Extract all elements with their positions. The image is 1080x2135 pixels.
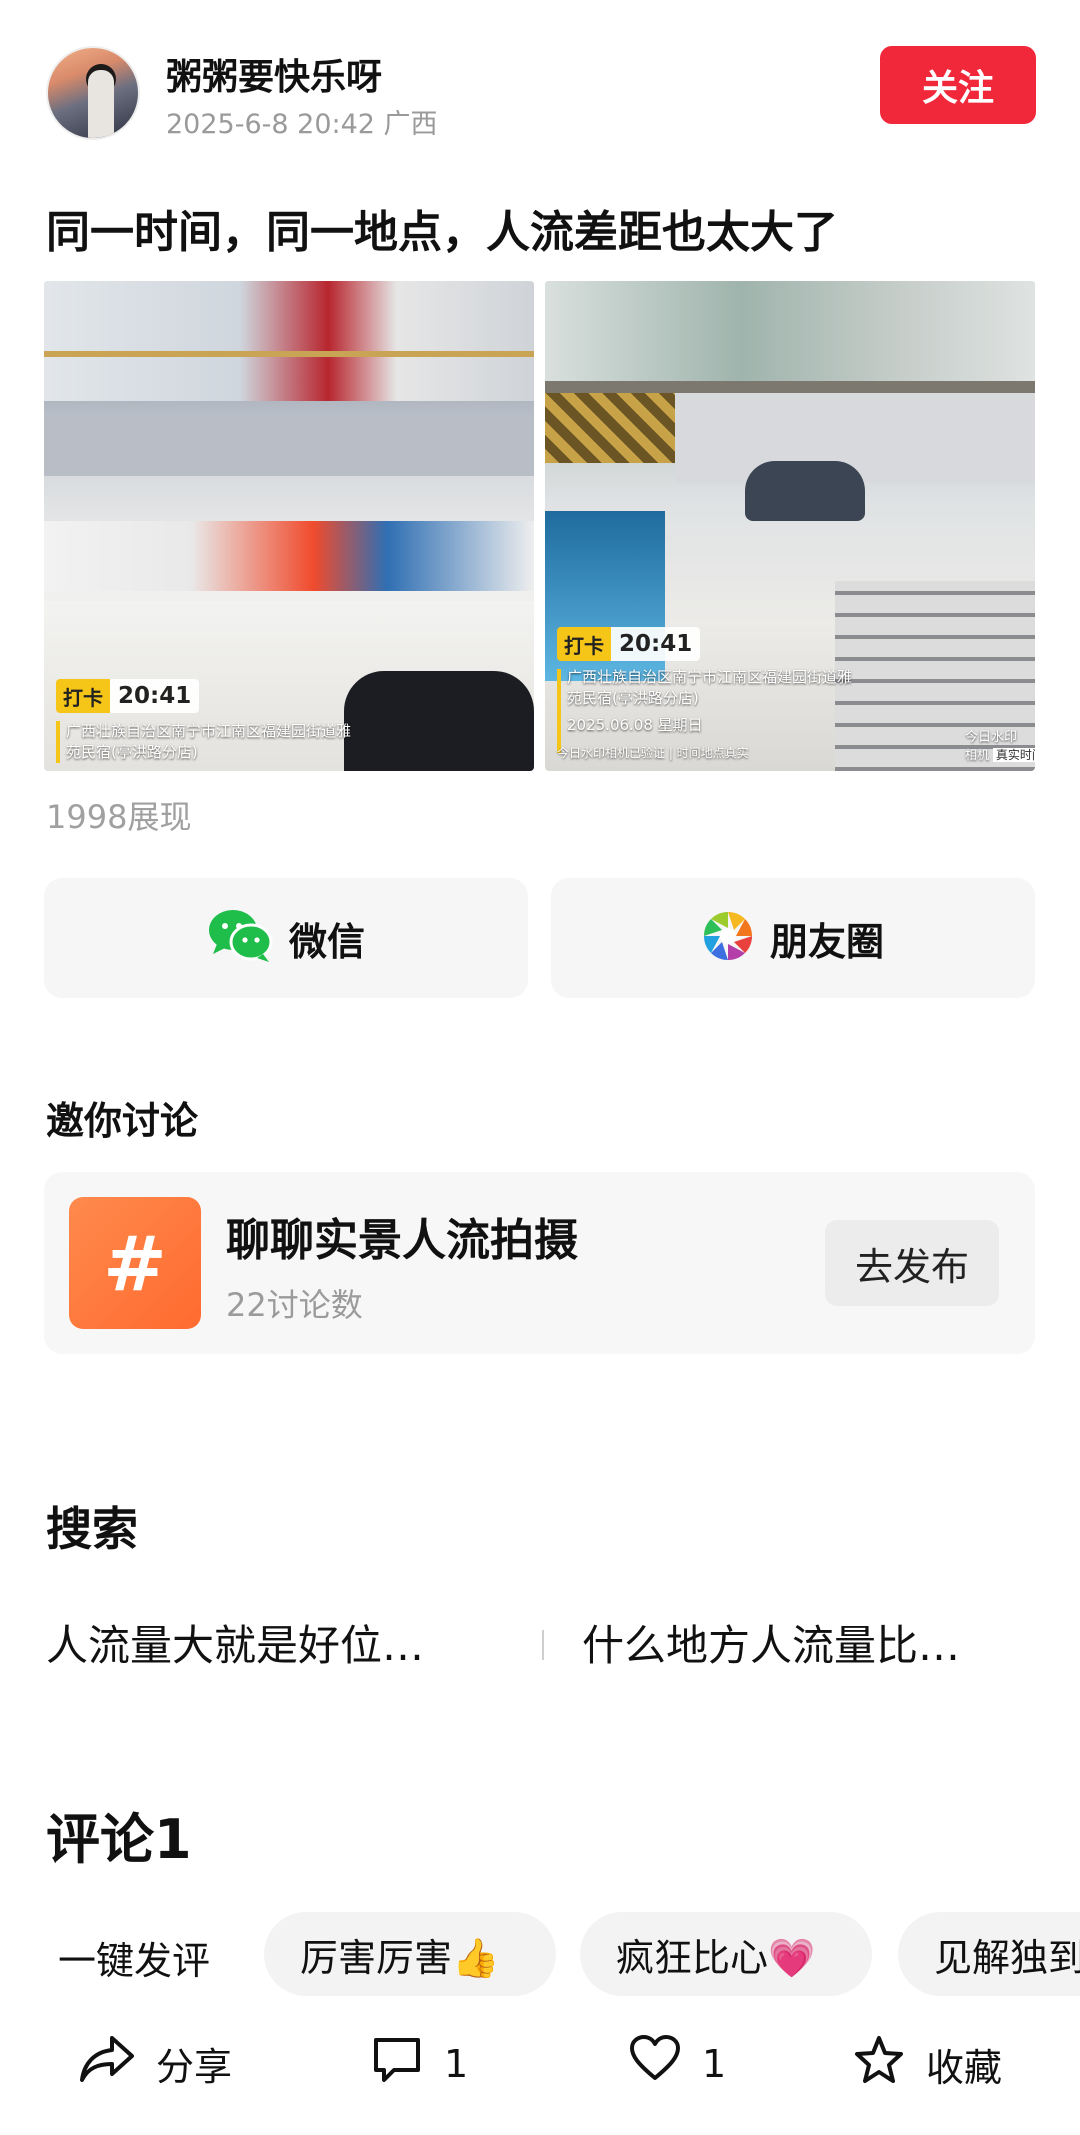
share-arrow-icon [78,2034,136,2093]
post-location: 广西 [383,109,438,140]
topic-card[interactable]: # 聊聊实景人流拍摄 22讨论数 去发布 [44,1172,1035,1354]
quick-comment-label[interactable]: 一键发评 [58,1930,210,1985]
photo-railing [545,381,1035,393]
photo-stamp-chip: 打卡 20:41 [56,679,200,713]
invite-heading: 邀你讨论 [46,1099,199,1143]
stamp-address-1: 广西壮族自治区南宁市江南区福建园街道雅 [567,668,853,686]
post-photo-right[interactable]: 打卡 20:41 广西壮族自治区南宁市江南区福建园街道雅 苑民宿(亭洪路分店) … [545,281,1035,771]
stamp-time: 20:41 [611,627,701,661]
post-datetime: 2025-6-8 20:42 [166,109,375,140]
stamp-tag: 打卡 [557,627,611,661]
quick-reply-pill[interactable]: 疯狂比心💗 [580,1912,872,1996]
publish-button[interactable]: 去发布 [825,1220,999,1306]
search-divider [542,1630,544,1660]
photo-store-front [44,521,534,591]
username[interactable]: 粥粥要快乐呀 [166,48,382,100]
avatar-figure-body [88,70,114,138]
photo-upper-floor [545,281,1035,391]
heart-icon [628,2034,682,2093]
photo-car [344,671,534,771]
watermark-sub-label: 相机 [965,748,990,762]
share-wechat-button[interactable]: 微信 [44,878,528,998]
quick-reply-pill[interactable]: 厉害厉害👍 [264,1912,556,1996]
search-suggestion[interactable]: 什么地方人流量比… [582,1612,960,1673]
follow-button[interactable]: 关注 [880,46,1036,124]
share-moments-label: 朋友圈 [769,919,884,964]
like-action[interactable]: 1 [628,2034,726,2093]
avatar[interactable] [46,46,140,140]
share-wechat-label: 微信 [288,919,365,964]
stamp-bar [557,669,561,753]
stamp-bar [56,721,60,763]
photo-car [745,461,865,521]
stamp-address-2: 苑民宿(亭洪路分店) [567,689,699,707]
favorite-label: 收藏 [926,2046,1003,2090]
watermark-sub: 相机 真实时间 [965,745,1035,766]
watermark-tag: 真实时间 [992,748,1035,762]
photo-balcony [44,416,534,476]
stamp-time: 20:41 [110,679,200,713]
quick-reply-row: 一键发评 厉害厉害👍 疯狂比心💗 见解独到 [0,1912,1080,2002]
hashtag-glyph: # [103,1218,167,1308]
stamp-date: 2025.06.08 星期日 [567,716,703,734]
moments-icon [702,910,754,966]
stamp-verify: 今日水印相机已验证 | 时间地点真实 [557,746,749,760]
photo-upper-floor [44,281,534,401]
topic-title[interactable]: 聊聊实景人流拍摄 [226,1204,578,1268]
comments-heading: 评论1 [46,1808,192,1871]
post-title: 同一时间，同一地点，人流差距也太大了 [46,207,838,258]
photo-pattern-wall [545,393,675,463]
view-count: 1998展现 [46,798,192,836]
share-moments-button[interactable]: 朋友圈 [551,878,1035,998]
star-icon [852,2034,906,2095]
favorite-action[interactable]: 收藏 [852,2034,1002,2095]
topic-count: 22讨论数 [226,1286,363,1324]
like-count: 1 [702,2041,727,2086]
bottom-action-bar: 分享 1 1 收藏 [0,2020,1080,2110]
stamp-address-1: 广西壮族自治区南宁市江南区福建园街道雅 [66,722,352,740]
comment-count: 1 [444,2041,469,2086]
post-photo-left[interactable]: 打卡 20:41 广西壮族自治区南宁市江南区福建园街道雅 苑民宿(亭洪路分店) [44,281,534,771]
photo-stamp-chip: 打卡 20:41 [557,627,701,661]
photo-railing [44,351,534,357]
quick-reply-pill[interactable]: 见解独到 [898,1912,1080,1996]
search-heading: 搜索 [46,1502,138,1556]
comment-action[interactable]: 1 [370,2034,468,2093]
post-meta: 2025-6-8 20:42 广西 [166,102,438,141]
hashtag-icon: # [69,1197,201,1329]
post-header: 粥粥要快乐呀 2025-6-8 20:42 广西 关注 [46,46,1036,146]
stamp-tag: 打卡 [56,679,110,713]
search-suggestion[interactable]: 人流量大就是好位… [46,1612,424,1673]
share-action[interactable]: 分享 [78,2034,232,2093]
share-action-label: 分享 [156,2045,233,2089]
stamp-address-2: 苑民宿(亭洪路分店) [66,743,198,761]
comment-bubble-icon [370,2034,424,2093]
wechat-icon [207,908,273,968]
